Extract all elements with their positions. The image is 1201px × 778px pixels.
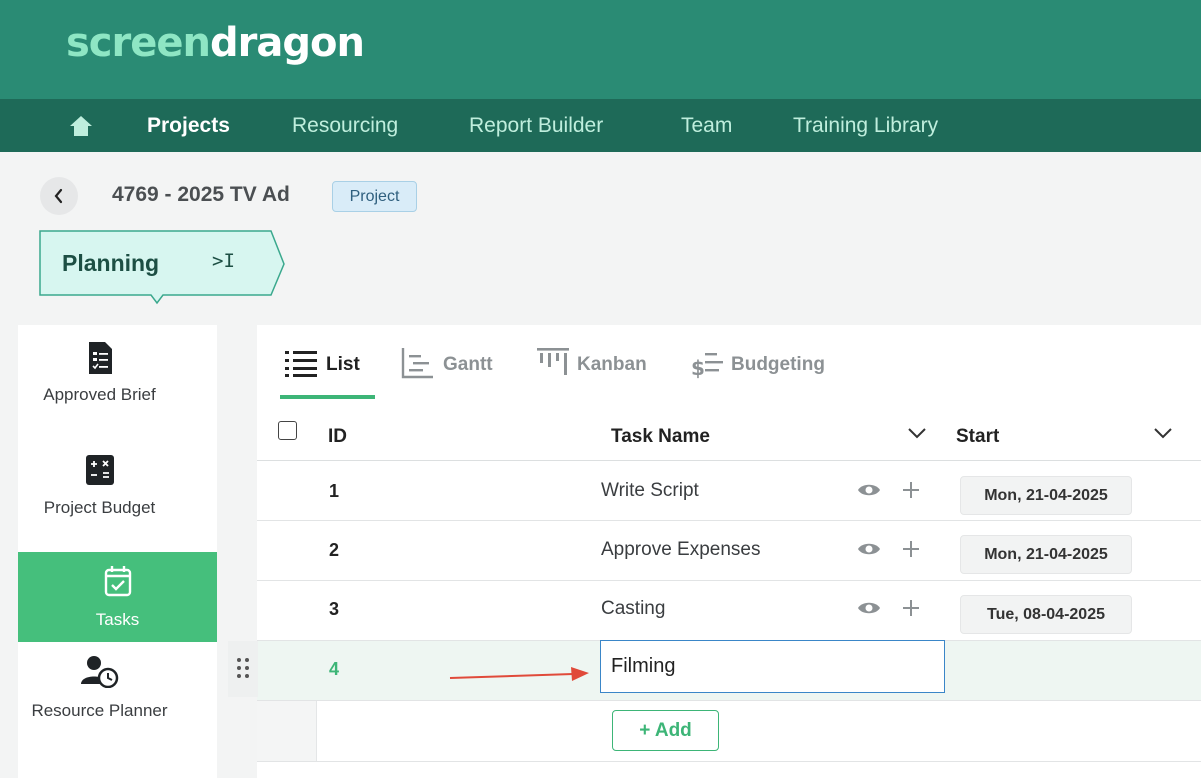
nav-team[interactable]: Team bbox=[681, 99, 732, 152]
brand-bar: screendragon bbox=[0, 0, 1201, 99]
back-button[interactable] bbox=[40, 177, 78, 215]
nav-projects[interactable]: Projects bbox=[147, 99, 230, 152]
add-task-button[interactable]: + Add bbox=[612, 710, 719, 751]
sidebar-item-label: Approved Brief bbox=[43, 385, 156, 404]
task-name[interactable]: Approve Expenses bbox=[601, 539, 761, 561]
tab-label: Gantt bbox=[443, 354, 493, 375]
active-tab-indicator bbox=[280, 395, 375, 399]
task-id: 4 bbox=[329, 659, 340, 679]
chevron-down-icon[interactable] bbox=[1152, 425, 1174, 441]
sidebar-item-tasks[interactable]: Tasks bbox=[18, 552, 217, 642]
task-id: 3 bbox=[329, 599, 340, 619]
user-clock-icon bbox=[81, 656, 119, 688]
sidebar-item-label: Project Budget bbox=[43, 498, 156, 517]
sidebar-item-label: Resource Planner bbox=[31, 701, 168, 720]
task-name-input[interactable] bbox=[600, 640, 945, 693]
tab-label: Budgeting bbox=[731, 354, 825, 375]
eye-icon[interactable] bbox=[857, 540, 881, 558]
chevron-down-icon[interactable] bbox=[906, 425, 928, 441]
plus-icon[interactable] bbox=[901, 598, 921, 618]
column-header-start[interactable]: Start bbox=[956, 426, 999, 448]
start-date[interactable]: Mon, 21-04-2025 bbox=[960, 476, 1132, 515]
task-name[interactable]: Casting bbox=[601, 598, 665, 620]
project-title: 4769 - 2025 TV Ad bbox=[112, 183, 290, 206]
logo-text-dragon: dragon bbox=[209, 20, 365, 66]
stage-label: Planning bbox=[62, 250, 160, 276]
column-header-id[interactable]: ID bbox=[328, 426, 347, 448]
select-all-checkbox[interactable] bbox=[278, 421, 297, 440]
start-date[interactable]: Mon, 21-04-2025 bbox=[960, 535, 1132, 574]
chevron-left-icon bbox=[54, 188, 63, 204]
calendar-check-icon bbox=[104, 566, 132, 597]
project-type-badge: Project bbox=[332, 181, 417, 212]
calculator-icon bbox=[86, 455, 114, 485]
tab-kanban[interactable]: Kanban bbox=[537, 346, 652, 386]
drag-dots-icon bbox=[237, 658, 249, 678]
budget-icon: $ bbox=[691, 353, 723, 379]
brief-document-icon bbox=[89, 342, 112, 374]
tab-budgeting[interactable]: $ Budgeting bbox=[691, 346, 831, 386]
svg-text:$: $ bbox=[691, 356, 705, 379]
drag-handle[interactable] bbox=[228, 641, 258, 697]
sidebar-item-resource-planner[interactable]: Resource Planner bbox=[0, 650, 199, 750]
sidebar-item-project-budget[interactable]: Project Budget bbox=[0, 447, 199, 547]
logo-text-screen: screen bbox=[66, 20, 211, 66]
main-nav: Projects Resourcing Report Builder Team … bbox=[0, 99, 1201, 152]
screendragon-logo[interactable]: screendragon bbox=[66, 18, 365, 68]
collapse-stage-icon[interactable]: >I bbox=[212, 250, 235, 272]
tab-label: List bbox=[326, 354, 360, 375]
eye-icon[interactable] bbox=[857, 599, 881, 617]
home-icon[interactable] bbox=[67, 113, 95, 139]
tab-label: Kanban bbox=[577, 354, 647, 375]
tab-gantt[interactable]: Gantt bbox=[401, 346, 501, 386]
nav-report-builder[interactable]: Report Builder bbox=[469, 99, 603, 152]
plus-icon[interactable] bbox=[901, 539, 921, 559]
sidebar-item-approved-brief[interactable]: Approved Brief bbox=[0, 335, 199, 435]
task-id: 2 bbox=[329, 540, 340, 560]
gantt-icon bbox=[401, 348, 433, 379]
task-name[interactable]: Write Script bbox=[601, 480, 699, 502]
start-date[interactable]: Tue, 08-04-2025 bbox=[960, 595, 1132, 634]
annotation-arrow bbox=[449, 667, 589, 681]
table-header bbox=[257, 409, 1201, 461]
kanban-icon bbox=[537, 348, 569, 375]
plus-icon[interactable] bbox=[901, 480, 921, 500]
tab-list[interactable]: List bbox=[284, 346, 374, 386]
column-header-task-name[interactable]: Task Name bbox=[611, 426, 710, 448]
eye-icon[interactable] bbox=[857, 481, 881, 499]
table-bottom-border bbox=[257, 761, 1201, 762]
task-id: 1 bbox=[329, 481, 340, 501]
sidebar-item-label: Tasks bbox=[95, 610, 140, 629]
nav-resourcing[interactable]: Resourcing bbox=[292, 99, 398, 152]
list-icon bbox=[285, 351, 317, 377]
nav-training-library[interactable]: Training Library bbox=[793, 99, 938, 152]
